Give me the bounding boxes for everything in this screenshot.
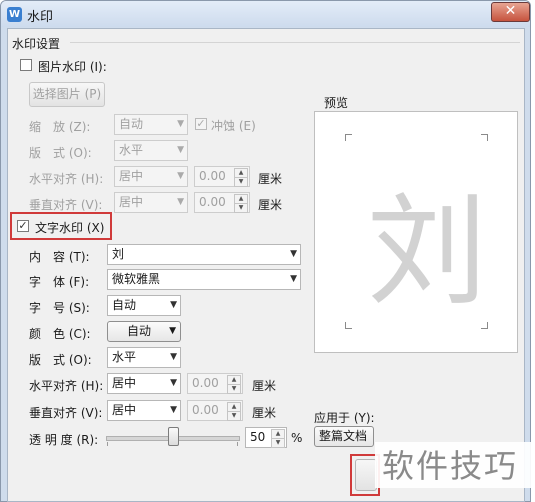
chevron-down-icon: ▼ [290, 274, 297, 284]
select-picture-button[interactable]: 选择图片 (P) [29, 82, 105, 107]
picture-halign-select[interactable]: 居中 ▼ [114, 166, 188, 187]
chevron-down-icon: ▼ [169, 326, 176, 336]
picture-layout-label: 版 式 (O): [29, 146, 92, 160]
content-label: 内 容 (T): [29, 250, 90, 264]
percent-unit: % [291, 431, 303, 445]
content-value: 刘 [112, 247, 125, 261]
size-value: 自动 [112, 298, 137, 312]
text-layout-value: 水平 [112, 350, 137, 364]
text-valign-unit: 厘米 [252, 406, 277, 420]
picture-valign-value: 居中 [119, 195, 144, 209]
font-label: 字 体 (F): [29, 275, 90, 289]
text-halign-label: 水平对齐 (H): [29, 379, 104, 393]
margin-mark [481, 134, 488, 141]
picture-halign-unit: 厘米 [258, 172, 283, 186]
title-bar[interactable] [1, 1, 530, 27]
spin-down-icon[interactable]: ▼ [227, 384, 241, 394]
preview-label: 预览 [324, 96, 349, 110]
chevron-down-icon: ▼ [170, 378, 177, 388]
apply-to-value: 整篇文档 [319, 429, 368, 443]
preview-watermark-text: 刘 [367, 183, 487, 322]
text-layout-label: 版 式 (O): [29, 353, 92, 367]
picture-valign-offset-value: 0.00 [199, 195, 226, 209]
margin-mark [345, 134, 352, 141]
scale-select[interactable]: 自动 ▼ [114, 114, 188, 135]
chevron-down-icon: ▼ [177, 171, 184, 181]
picture-valign-offset-input[interactable]: 0.00 ▲ ▼ [194, 192, 250, 213]
slider-tick [107, 442, 108, 446]
text-valign-value: 居中 [112, 403, 137, 417]
picture-layout-value: 水平 [119, 143, 144, 157]
chevron-down-icon[interactable]: ▼ [290, 245, 297, 264]
group-divider [70, 42, 520, 43]
content-input[interactable]: 刘 ▼ [107, 244, 301, 265]
washout-checkbox[interactable]: ✓ [195, 118, 207, 130]
picture-valign-label: 垂直对齐 (V): [29, 198, 103, 212]
scale-value: 自动 [119, 117, 144, 131]
margin-mark [345, 322, 352, 329]
transparency-input[interactable]: 50 ▲ ▼ [245, 427, 287, 448]
spin-down-icon[interactable]: ▼ [234, 203, 248, 213]
size-label: 字 号 (S): [29, 301, 90, 315]
text-halign-select[interactable]: 居中 ▼ [107, 373, 181, 394]
picture-valign-unit: 厘米 [258, 198, 283, 212]
chevron-down-icon: ▼ [177, 145, 184, 155]
washout-label: 冲蚀 (E) [211, 119, 256, 133]
size-select[interactable]: 自动 ▼ [107, 295, 181, 316]
text-layout-select[interactable]: 水平 ▼ [107, 347, 181, 368]
picture-halign-value: 居中 [119, 169, 144, 183]
spin-down-icon[interactable]: ▼ [234, 177, 248, 187]
text-valign-select[interactable]: 居中 ▼ [107, 400, 181, 421]
text-valign-offset-input[interactable]: 0.00 ▲ ▼ [187, 400, 243, 421]
picture-valign-select[interactable]: 居中 ▼ [114, 192, 188, 213]
font-value: 微软雅黑 [112, 272, 161, 286]
picture-watermark-checkbox[interactable] [20, 59, 32, 71]
chevron-down-icon: ▼ [170, 352, 177, 362]
app-icon: W [7, 7, 22, 22]
window-title: 水印 [27, 10, 54, 25]
chevron-down-icon: ▼ [177, 197, 184, 207]
spin-down-icon[interactable]: ▼ [227, 411, 241, 421]
overlay-logo-text: 软件技巧 [382, 447, 519, 485]
transparency-label: 透 明 度 (R): [29, 433, 99, 447]
slider-tick [237, 442, 238, 446]
color-picker-button[interactable]: 自动 ▼ [107, 321, 181, 342]
text-watermark-checkbox[interactable]: ✓ [17, 220, 29, 232]
picture-halign-label: 水平对齐 (H): [29, 172, 104, 186]
font-select[interactable]: 微软雅黑 ▼ [107, 269, 301, 290]
transparency-value: 50 [250, 430, 266, 444]
color-label: 颜 色 (C): [29, 327, 91, 341]
picture-halign-offset-input[interactable]: 0.00 ▲ ▼ [194, 166, 250, 187]
text-halign-offset-input[interactable]: 0.00 ▲ ▼ [187, 373, 243, 394]
transparency-slider-thumb[interactable] [168, 427, 179, 446]
text-valign-offset-value: 0.00 [192, 403, 219, 417]
apply-to-select[interactable]: 整篇文档 [314, 426, 374, 447]
preview-panel: 刘 [314, 111, 518, 353]
ok-button[interactable] [355, 459, 377, 491]
text-watermark-label: 文字水印 (X) [35, 221, 105, 235]
apply-to-label: 应用于 (Y): [314, 411, 375, 425]
picture-watermark-label: 图片水印 (I): [38, 60, 107, 74]
group-title: 水印设置 [12, 37, 61, 51]
spin-down-icon[interactable]: ▼ [271, 438, 285, 448]
text-valign-label: 垂直对齐 (V): [29, 406, 103, 420]
scale-label: 缩 放 (Z): [29, 120, 91, 134]
close-button[interactable]: ✕ [491, 2, 530, 22]
chevron-down-icon: ▼ [170, 405, 177, 415]
picture-halign-offset-value: 0.00 [199, 169, 226, 183]
color-value: 自动 [126, 324, 151, 338]
chevron-down-icon: ▼ [177, 119, 184, 129]
text-halign-offset-value: 0.00 [192, 376, 219, 390]
text-halign-unit: 厘米 [252, 379, 277, 393]
chevron-down-icon: ▼ [170, 300, 177, 310]
picture-layout-select[interactable]: 水平 ▼ [114, 140, 188, 161]
text-halign-value: 居中 [112, 376, 137, 390]
